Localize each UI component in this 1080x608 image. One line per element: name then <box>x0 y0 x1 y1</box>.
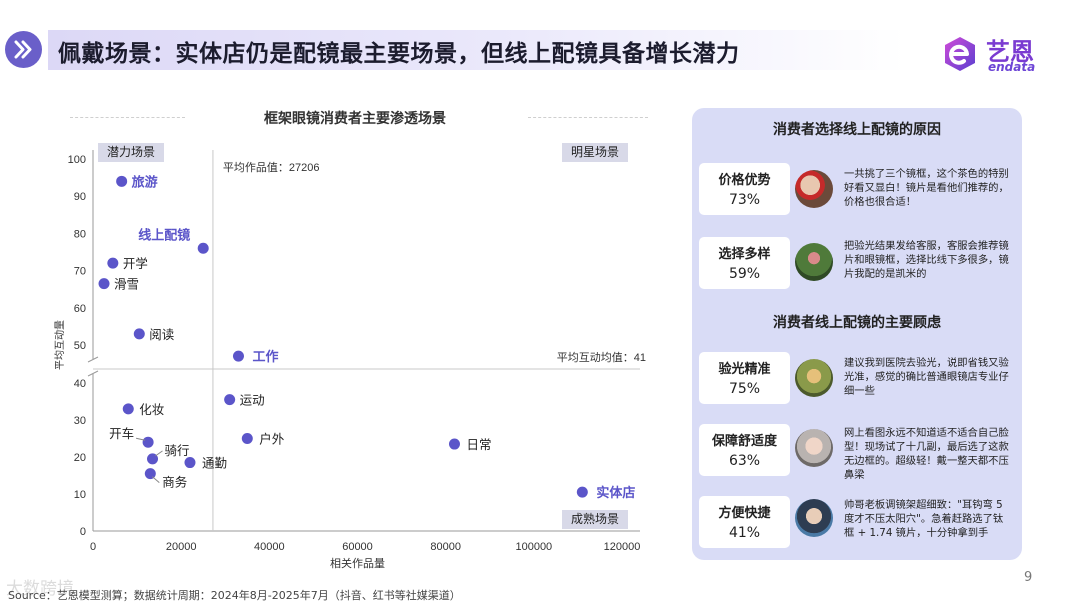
data-point <box>122 403 134 415</box>
concern-label: 验光精准 <box>718 362 771 377</box>
y-tick-label: 60 <box>74 303 86 315</box>
data-point-label: 阅读 <box>149 328 174 342</box>
ref-line-x-label: 平均作品值：27206 <box>223 161 320 174</box>
reasons-heading: 消费者选择线上配镜的原因 <box>773 122 941 138</box>
data-point <box>448 438 460 450</box>
concern-label: 方便快捷 <box>718 506 771 521</box>
reason-label: 价格优势 <box>718 173 771 188</box>
y-tick-label: 30 <box>74 415 86 427</box>
concern-percent: 75% <box>728 381 761 397</box>
data-point <box>184 457 196 469</box>
data-point <box>241 433 253 444</box>
data-point-label: 滑雪 <box>114 278 139 292</box>
avatar-photo <box>795 170 833 208</box>
reason-quote: 把验光结果发给客服，客服会推荐镜片和眼镜框，选择比线下多很多，镜片我配的是凯米的 <box>844 240 1009 280</box>
data-point <box>224 394 236 406</box>
endata-logo-icon <box>940 34 980 74</box>
data-point-label: 工作 <box>252 349 278 364</box>
reason-percent: 59% <box>728 266 761 282</box>
concern-card-convenience: 方便快捷 41% <box>699 496 790 548</box>
avatar-photo <box>795 429 833 467</box>
data-point <box>116 175 128 187</box>
concern-quote: 建议我到医院去验光，说即省钱又验光准，感觉的确比普通眼镜店专业仔细一些 <box>844 357 1009 397</box>
data-point-label: 商务 <box>162 475 187 490</box>
reason-percent: 73% <box>728 192 761 208</box>
y-tick-label: 50 <box>74 340 86 352</box>
data-point-label: 户外 <box>259 432 285 447</box>
concern-quote: 网上看图永远不知道适不适合自己脸型！现场试了十几副，最后选了这款无边框的。超级轻… <box>844 427 1009 481</box>
label-leader-line <box>151 476 160 484</box>
data-point-label: 实体店 <box>596 485 635 500</box>
data-point-label: 开学 <box>123 256 148 271</box>
data-point-label: 骑行 <box>165 444 190 458</box>
data-point <box>142 436 154 448</box>
reason-quote: 一共挑了三个镜框，这个茶色的特别好看又显白！镜片是看他们推荐的，价格也很合适！ <box>844 168 1009 208</box>
concerns-heading: 消费者线上配镜的主要顾虑 <box>773 315 941 331</box>
reason-card-variety: 选择多样 59% <box>699 237 790 289</box>
insight-panel: 消费者选择线上配镜的原因 价格优势 73% 一共挑了三个镜框，这个茶色的特别好看… <box>692 108 1022 560</box>
data-point-label: 运动 <box>240 394 265 408</box>
concern-card-optometry: 验光精准 75% <box>699 352 790 404</box>
endata-logo: 艺恩 endata <box>940 32 1052 76</box>
y-tick-label: 100 <box>68 154 86 166</box>
concern-percent: 63% <box>728 453 761 469</box>
data-point <box>232 350 244 362</box>
avatar-photo <box>795 499 833 537</box>
x-tick-label: 80000 <box>430 541 461 553</box>
data-point-label: 通勤 <box>202 457 227 471</box>
page-number: 9 <box>1024 570 1033 585</box>
x-tick-label: 0 <box>90 541 96 553</box>
logo-text-en: endata <box>988 60 1036 74</box>
data-point <box>144 468 156 480</box>
y-tick-label: 20 <box>74 452 86 464</box>
label-leader-line <box>155 450 163 457</box>
y-tick-label: 0 <box>80 526 86 538</box>
data-point <box>197 242 209 254</box>
quadrant-label-bottom-right: 成熟场景 <box>562 510 629 529</box>
y-tick-label: 90 <box>74 191 86 203</box>
quadrant-label-top-right: 明星场景 <box>562 143 629 162</box>
concern-percent: 41% <box>728 525 761 541</box>
data-point <box>98 278 110 290</box>
data-point <box>576 486 588 498</box>
concern-card-comfort: 保障舒适度 63% <box>699 424 790 476</box>
reason-card-price: 价格优势 73% <box>699 163 790 215</box>
data-point-label: 日常 <box>466 438 491 452</box>
y-tick-label: 70 <box>74 266 86 278</box>
data-point-label: 化妆 <box>139 403 164 417</box>
source-note: Source：艺恩模型测算；数据统计周期：2024年8月-2025年7月（抖音、… <box>8 589 461 602</box>
x-tick-label: 20000 <box>166 541 197 553</box>
quadrant-label-top-left: 潜力场景 <box>98 143 165 162</box>
x-tick-label: 120000 <box>604 541 641 553</box>
concern-label: 保障舒适度 <box>711 434 777 449</box>
concern-quote: 帅哥老板调镜架超细致："耳钩弯 5 度才不压太阳穴"。急着赶路选了钛框 + 1.… <box>844 499 1004 539</box>
x-tick-label: 40000 <box>254 541 285 553</box>
data-point <box>133 328 145 340</box>
avatar-photo <box>795 359 833 397</box>
reason-label: 选择多样 <box>718 247 771 262</box>
x-tick-label: 60000 <box>342 541 373 553</box>
data-point-label: 旅游 <box>132 174 158 189</box>
y-axis-label: 平均互动量 <box>54 320 66 370</box>
data-point <box>107 257 119 269</box>
data-point-label: 线上配镜 <box>138 227 190 242</box>
data-point-label: 开车 <box>109 426 134 441</box>
y-tick-label: 80 <box>74 228 86 240</box>
x-tick-label: 100000 <box>515 541 552 553</box>
y-tick-label: 40 <box>74 378 86 390</box>
x-axis-label: 相关作品量 <box>330 556 385 570</box>
ref-line-y-label: 平均互动均值：41 <box>557 351 646 364</box>
y-tick-label: 10 <box>74 489 86 501</box>
avatar-photo <box>795 243 833 281</box>
